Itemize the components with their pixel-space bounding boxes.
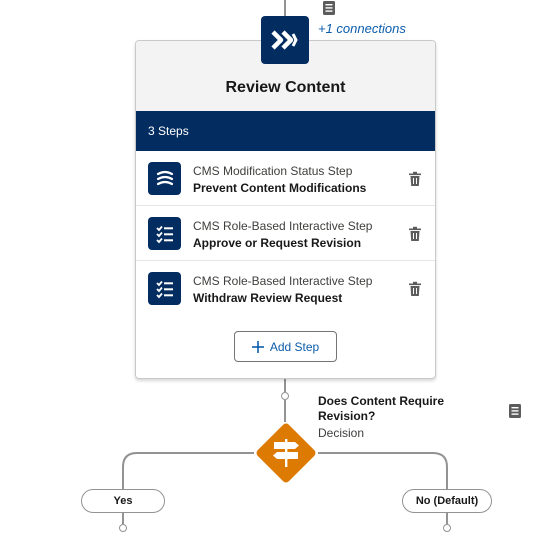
step-row[interactable]: CMS Role-Based Interactive Step Withdraw… bbox=[136, 261, 435, 316]
plus-icon bbox=[251, 340, 264, 353]
steps-count-bar: 3 Steps bbox=[136, 111, 435, 151]
delete-step-icon[interactable] bbox=[408, 171, 422, 187]
step-icon-container bbox=[148, 162, 181, 195]
branch-no-default[interactable]: No (Default) bbox=[402, 489, 492, 513]
branch-yes[interactable]: Yes bbox=[81, 489, 165, 513]
delete-step-icon[interactable] bbox=[408, 226, 422, 242]
stage-card[interactable]: Review Content 3 Steps CMS Modification … bbox=[135, 40, 436, 379]
step-icon-container bbox=[148, 272, 181, 305]
step-icon-container bbox=[148, 217, 181, 250]
steps-count-label: 3 Steps bbox=[148, 124, 189, 138]
decision-diamond[interactable] bbox=[254, 421, 318, 485]
branch-label: Yes bbox=[113, 495, 133, 507]
step-row[interactable]: CMS Role-Based Interactive Step Approve … bbox=[136, 206, 435, 261]
step-type: CMS Modification Status Step bbox=[193, 164, 353, 178]
stage-title: Review Content bbox=[225, 79, 346, 96]
step-type: CMS Role-Based Interactive Step bbox=[193, 219, 373, 233]
step-row[interactable]: CMS Modification Status Step Prevent Con… bbox=[136, 151, 435, 206]
step-type: CMS Role-Based Interactive Step bbox=[193, 274, 373, 288]
checklist-icon bbox=[155, 280, 173, 298]
step-name: Prevent Content Modifications bbox=[193, 181, 367, 195]
step-name: Withdraw Review Request bbox=[193, 291, 343, 305]
delete-step-icon[interactable] bbox=[408, 281, 422, 297]
double-chevron-right-icon bbox=[271, 30, 298, 50]
branch-label: No (Default) bbox=[415, 495, 479, 507]
add-step-label: Add Step bbox=[269, 339, 320, 354]
stage-icon[interactable] bbox=[261, 16, 309, 64]
checklist-icon bbox=[155, 225, 173, 243]
modification-status-icon bbox=[156, 170, 173, 185]
add-step-button[interactable]: Add Step bbox=[234, 331, 337, 362]
step-name: Approve or Request Revision bbox=[193, 236, 362, 250]
